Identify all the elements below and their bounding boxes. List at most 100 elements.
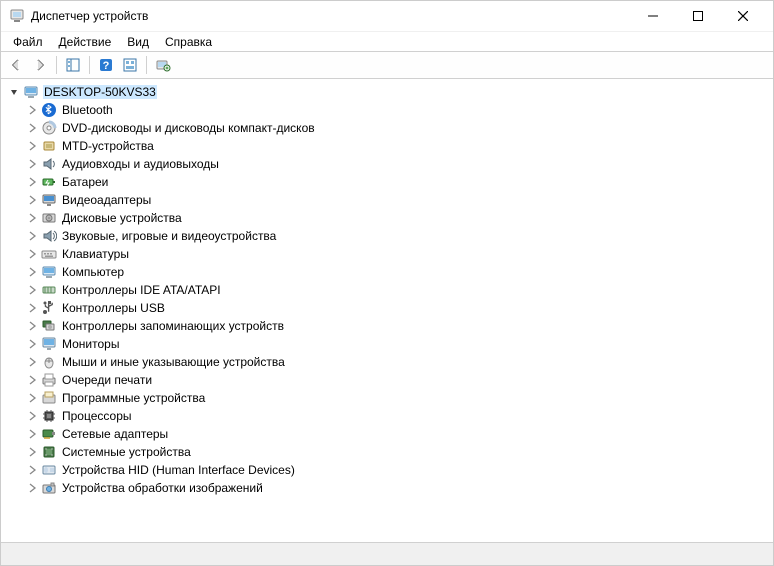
help-button[interactable]: ? [95, 54, 117, 76]
chevron-right-icon[interactable] [25, 373, 39, 387]
disc-drive-icon [41, 120, 57, 136]
tree-node-label: Аудиовходы и аудиовыходы [61, 157, 220, 171]
show-hide-tree-button[interactable] [62, 54, 84, 76]
statusbar [1, 543, 773, 565]
tree-node[interactable]: Батареи [7, 173, 773, 191]
tree-node-label: Компьютер [61, 265, 125, 279]
svg-text:?: ? [103, 60, 110, 72]
close-button[interactable] [720, 1, 765, 31]
tree-node[interactable]: Устройства обработки изображений [7, 479, 773, 497]
chevron-right-icon[interactable] [25, 445, 39, 459]
tree-node-label: Устройства обработки изображений [61, 481, 264, 495]
menubar: Файл Действие Вид Справка [1, 31, 773, 51]
tree-node[interactable]: Очереди печати [7, 371, 773, 389]
tree-node-label: Очереди печати [61, 373, 153, 387]
titlebar: Диспетчер устройств [1, 1, 773, 31]
tree-node[interactable]: Звуковые, игровые и видеоустройства [7, 227, 773, 245]
tree-node-label: Контроллеры запоминающих устройств [61, 319, 285, 333]
scan-hardware-button[interactable] [119, 54, 141, 76]
tree-node-label: Процессоры [61, 409, 133, 423]
tree-root-node[interactable]: DESKTOP-50KVS33 [7, 83, 773, 101]
tree-node-label: Контроллеры USB [61, 301, 166, 315]
chevron-right-icon[interactable] [25, 337, 39, 351]
system-device-icon [41, 444, 57, 460]
software-device-icon [41, 390, 57, 406]
tree-node[interactable]: Контроллеры запоминающих устройств [7, 317, 773, 335]
tree-node[interactable]: MTD-устройства [7, 137, 773, 155]
tree-node[interactable]: Видеоадаптеры [7, 191, 773, 209]
tree-node-label: Батареи [61, 175, 109, 189]
tree-node[interactable]: Компьютер [7, 263, 773, 281]
tree-node-label: MTD-устройства [61, 139, 155, 153]
chevron-right-icon[interactable] [25, 121, 39, 135]
network-adapter-icon [41, 426, 57, 442]
chevron-right-icon[interactable] [25, 139, 39, 153]
menu-action[interactable]: Действие [51, 34, 120, 50]
tree-node[interactable]: Сетевые адаптеры [7, 425, 773, 443]
keyboard-icon [41, 246, 57, 262]
tree-node[interactable]: Bluetooth [7, 101, 773, 119]
tree-node[interactable]: Аудиовходы и аудиовыходы [7, 155, 773, 173]
chevron-right-icon[interactable] [25, 463, 39, 477]
chevron-right-icon[interactable] [25, 409, 39, 423]
chevron-right-icon[interactable] [25, 319, 39, 333]
chevron-right-icon[interactable] [25, 157, 39, 171]
chevron-right-icon[interactable] [25, 283, 39, 297]
app-icon [9, 8, 25, 24]
mouse-icon [41, 354, 57, 370]
chevron-right-icon[interactable] [25, 193, 39, 207]
toolbar-separator [56, 56, 57, 74]
chevron-right-icon[interactable] [25, 391, 39, 405]
imaging-device-icon [41, 480, 57, 496]
chevron-right-icon[interactable] [25, 301, 39, 315]
minimize-button[interactable] [630, 1, 675, 31]
tree-node[interactable]: Системные устройства [7, 443, 773, 461]
monitor-icon [41, 336, 57, 352]
computer-icon [23, 84, 39, 100]
disk-drive-icon [41, 210, 57, 226]
device-tree: DESKTOP-50KVS33 Bluetooth DVD-дисководы … [1, 83, 773, 497]
chevron-right-icon[interactable] [25, 103, 39, 117]
menu-help[interactable]: Справка [157, 34, 220, 50]
toolbar-separator [146, 56, 147, 74]
tree-node[interactable]: Дисковые устройства [7, 209, 773, 227]
mtd-device-icon [41, 138, 57, 154]
tree-node-label: Клавиатуры [61, 247, 130, 261]
tree-node-label: DESKTOP-50KVS33 [43, 85, 157, 99]
usb-controller-icon [41, 300, 57, 316]
tree-node[interactable]: Устройства HID (Human Interface Devices) [7, 461, 773, 479]
tree-node[interactable]: Программные устройства [7, 389, 773, 407]
tree-node-label: Мониторы [61, 337, 120, 351]
tree-node[interactable]: Контроллеры USB [7, 299, 773, 317]
tree-node[interactable]: Контроллеры IDE ATA/ATAPI [7, 281, 773, 299]
device-tree-area[interactable]: DESKTOP-50KVS33 Bluetooth DVD-дисководы … [1, 79, 773, 543]
tree-node[interactable]: Мыши и иные указывающие устройства [7, 353, 773, 371]
chevron-right-icon[interactable] [25, 265, 39, 279]
tree-node[interactable]: DVD-дисководы и дисководы компакт-дисков [7, 119, 773, 137]
menu-view[interactable]: Вид [119, 34, 157, 50]
tree-node[interactable]: Мониторы [7, 335, 773, 353]
tree-node[interactable]: Процессоры [7, 407, 773, 425]
chevron-right-icon[interactable] [25, 481, 39, 495]
maximize-button[interactable] [675, 1, 720, 31]
back-button[interactable] [5, 54, 27, 76]
tree-node-label: Программные устройства [61, 391, 206, 405]
audio-io-icon [41, 156, 57, 172]
tree-node[interactable]: Клавиатуры [7, 245, 773, 263]
processor-icon [41, 408, 57, 424]
chevron-right-icon[interactable] [25, 211, 39, 225]
forward-button[interactable] [29, 54, 51, 76]
chevron-right-icon[interactable] [25, 427, 39, 441]
chevron-right-icon[interactable] [25, 247, 39, 261]
chevron-right-icon[interactable] [25, 175, 39, 189]
properties-button[interactable] [152, 54, 174, 76]
tree-node-label: Устройства HID (Human Interface Devices) [61, 463, 296, 477]
chevron-down-icon[interactable] [7, 85, 21, 99]
chevron-right-icon[interactable] [25, 229, 39, 243]
tree-node-label: Системные устройства [61, 445, 192, 459]
chevron-right-icon[interactable] [25, 355, 39, 369]
display-adapter-icon [41, 192, 57, 208]
menu-file[interactable]: Файл [5, 34, 51, 50]
tree-node-label: Дисковые устройства [61, 211, 183, 225]
window-title: Диспетчер устройств [31, 9, 148, 23]
